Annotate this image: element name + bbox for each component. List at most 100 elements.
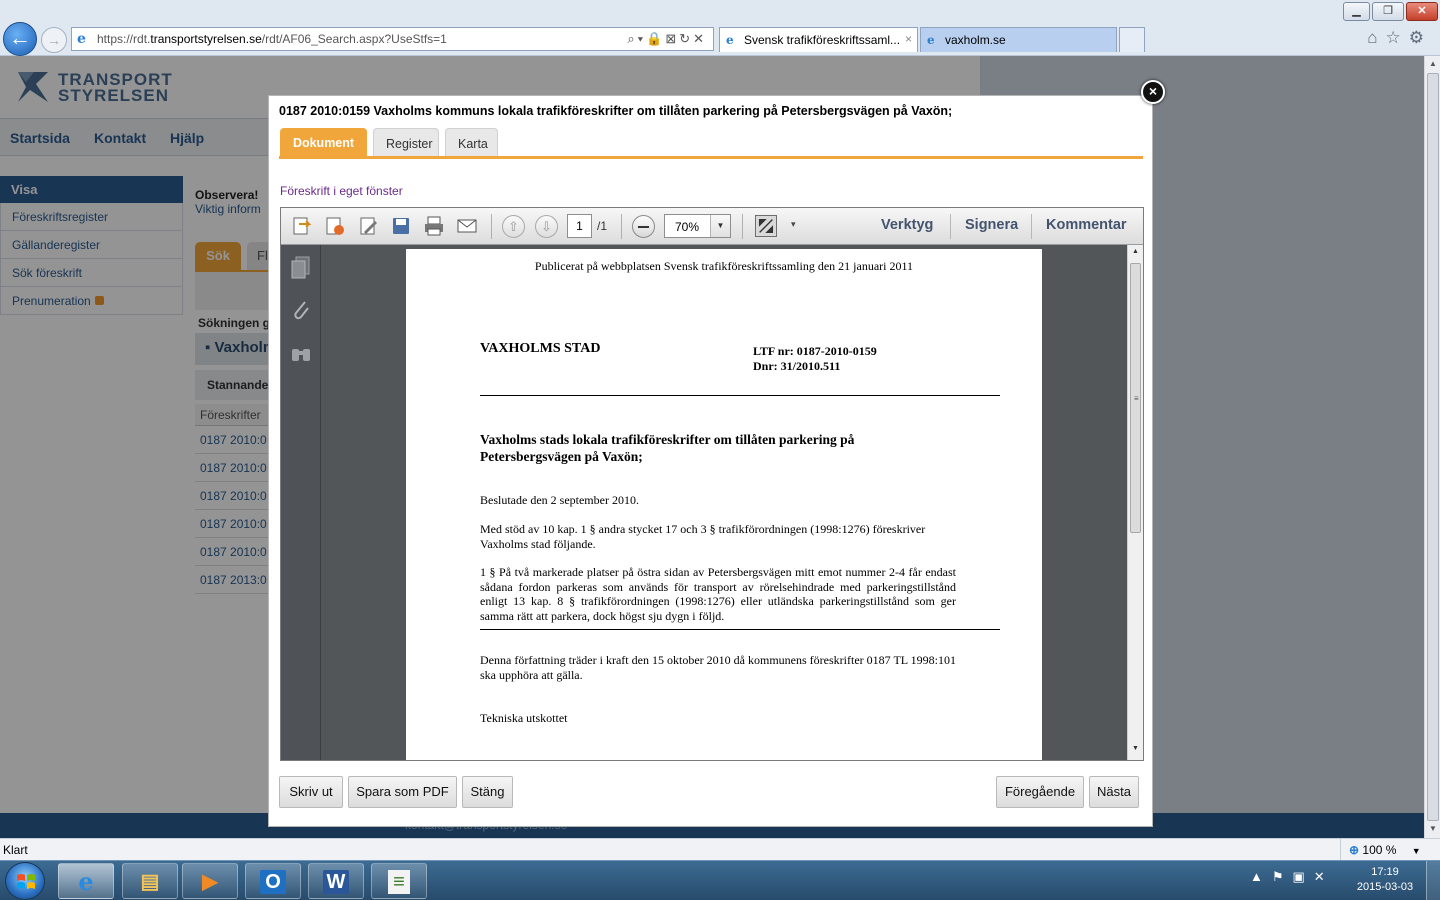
email-icon[interactable]	[456, 216, 478, 236]
page-scrollbar[interactable]: ▲ ▼	[1424, 56, 1440, 838]
pdf-toolbar: ⇧ ⇩ 1 /1 70% ▼ ▾ Verktyg Signera Komment…	[281, 208, 1143, 245]
start-button[interactable]	[5, 862, 45, 900]
notes-app-icon: ≡	[388, 870, 410, 894]
show-desktop-button[interactable]	[1426, 861, 1440, 900]
scroll-up-icon[interactable]: ▲	[1128, 248, 1143, 255]
zoom-value: 70%	[675, 220, 700, 234]
pdf-document-area[interactable]: Publicerat på webbplatsen Svensk trafikf…	[322, 245, 1127, 760]
tab-close-icon[interactable]: ×	[905, 32, 912, 46]
internet-explorer-icon: e	[78, 867, 94, 896]
address-bar[interactable]: e https://rdt.transportstyrelsen.se/rdt/…	[71, 27, 714, 51]
file-explorer-icon: ▤	[140, 871, 160, 893]
browser-tab[interactable]: e vaxholm.se	[920, 27, 1117, 52]
maximize-button[interactable]: ❐	[1372, 2, 1404, 21]
expand-icon	[758, 218, 774, 234]
intro-paragraph: Med stöd av 10 kap. 1 § andra stycket 17…	[480, 522, 926, 551]
previous-page-button[interactable]: ⇧	[502, 215, 525, 238]
print-button[interactable]: Skriv ut	[279, 776, 343, 808]
next-page-button[interactable]: ⇩	[535, 215, 558, 238]
pdf-page: Publicerat på webbplatsen Svensk trafikf…	[406, 249, 1042, 760]
arrow-down-icon: ⇩	[541, 219, 552, 234]
arrow-left-icon: ←	[9, 25, 31, 50]
create-pdf-icon[interactable]	[291, 216, 313, 236]
pdf-scrollbar[interactable]: ▲ ≡ ▼	[1127, 245, 1143, 760]
more-options-icon[interactable]: ▾	[791, 219, 796, 230]
clock-date: 2015-03-03	[1356, 881, 1414, 893]
taskbar-media-player[interactable]: ▶	[182, 863, 238, 899]
minimize-icon: ▁	[1352, 5, 1361, 17]
modal-close-button[interactable]: ×	[1141, 80, 1165, 104]
back-button[interactable]: ←	[3, 22, 37, 56]
clock[interactable]: 17:19 2015-03-03	[1352, 865, 1418, 895]
zoom-out-button[interactable]	[632, 215, 655, 238]
page-number-input[interactable]: 1	[567, 214, 592, 238]
pages-icon[interactable]	[289, 255, 313, 281]
forward-button[interactable]: →	[41, 27, 67, 53]
clock-time: 17:19	[1371, 866, 1399, 878]
document-heading: Vaxholms stads lokala trafikföreskrifter…	[480, 432, 855, 464]
export-pdf-icon[interactable]	[324, 216, 346, 236]
binoculars-icon[interactable]	[289, 340, 313, 366]
publication-note: Publicerat på webbplatsen Svensk trafikf…	[534, 259, 914, 273]
window-close-button[interactable]: ✕	[1406, 2, 1438, 21]
taskbar-outlook[interactable]: O	[245, 863, 301, 899]
signature: Tekniska utskottet	[480, 711, 568, 725]
edit-document-icon[interactable]	[358, 216, 380, 236]
close-dialog-button[interactable]: Stäng	[462, 776, 513, 808]
toolbar-separator	[950, 214, 951, 239]
pdf-scrollbar-thumb[interactable]: ≡	[1130, 263, 1141, 533]
scroll-down-icon[interactable]: ▼	[1128, 745, 1143, 752]
browser-statusbar: Klart ⊕ 100 % ▼	[0, 838, 1440, 861]
scrollbar-thumb[interactable]	[1427, 73, 1439, 821]
taskbar-notes-app[interactable]: ≡	[371, 863, 427, 899]
print-icon[interactable]	[423, 216, 445, 236]
modal-tabs: Dokument Register Karta	[279, 128, 1143, 159]
save-icon[interactable]	[390, 216, 412, 236]
chevron-down-icon[interactable]: ▼	[1412, 846, 1421, 856]
decision-date: Beslutade den 2 september 2010.	[480, 493, 639, 507]
zoom-control[interactable]: ⊕ 100 % ▼	[1340, 839, 1440, 861]
status-text: Klart	[3, 843, 28, 857]
scroll-up-icon[interactable]: ▲	[1425, 59, 1440, 68]
address-url[interactable]: https://rdt.transportstyrelsen.se/rdt/AF…	[97, 32, 447, 46]
tab-karta[interactable]: Karta	[445, 128, 498, 156]
grip-icon: ≡	[1134, 394, 1139, 403]
browser-toolbar-icons[interactable]: ⌂☆⚙	[1367, 28, 1432, 48]
save-as-pdf-button[interactable]: Spara som PDF	[348, 776, 457, 808]
next-button[interactable]: Nästa	[1089, 776, 1139, 808]
ltf-number: LTF nr: 0187-2010-0159	[753, 344, 877, 358]
fit-page-button[interactable]	[755, 215, 777, 237]
address-bar-icons[interactable]: ⌕▾🔒⊠↻✕	[627, 31, 707, 47]
pdf-viewer: ⇧ ⇩ 1 /1 70% ▼ ▾ Verktyg Signera Komment…	[280, 207, 1144, 761]
chevron-down-icon[interactable]: ▼	[710, 215, 730, 237]
attachment-icon[interactable]	[289, 297, 313, 323]
tab-register[interactable]: Register	[373, 128, 439, 156]
divider	[480, 395, 1000, 396]
taskbar: e ▤ ▶ O W ≡ ▲⚑▣✕ 17:19 2015-03-03	[0, 860, 1440, 900]
minus-icon	[638, 226, 649, 228]
document-modal: 0187 2010:0159 Vaxholms kommuns lokala t…	[268, 95, 1153, 827]
previous-button[interactable]: Föregående	[996, 776, 1084, 808]
browser-tab-active[interactable]: e Svensk trafikföreskriftssaml... ×	[719, 27, 918, 52]
scroll-down-icon[interactable]: ▼	[1425, 824, 1440, 833]
close-icon: ✕	[1417, 5, 1427, 17]
internet-explorer-icon: e	[726, 33, 734, 47]
tab-label: Svensk trafikföreskriftssaml...	[744, 33, 901, 47]
tab-dokument[interactable]: Dokument	[280, 128, 367, 156]
internet-explorer-icon: e	[927, 33, 935, 47]
sign-button[interactable]: Signera	[965, 217, 1018, 233]
diary-number: Dnr: 31/2010.511	[753, 359, 841, 373]
windows-logo-icon	[17, 874, 35, 889]
minimize-button[interactable]: ▁	[1343, 2, 1370, 21]
open-in-new-window-link[interactable]: Föreskrift i eget fönster	[280, 184, 403, 198]
taskbar-word[interactable]: W	[308, 863, 364, 899]
divider	[480, 629, 1000, 630]
tools-button[interactable]: Verktyg	[881, 217, 933, 233]
taskbar-internet-explorer[interactable]: e	[58, 863, 114, 899]
zoom-select[interactable]: 70% ▼	[664, 214, 731, 238]
new-tab-button[interactable]	[1119, 27, 1145, 52]
taskbar-file-explorer[interactable]: ▤	[122, 863, 178, 899]
system-tray-icons[interactable]: ▲⚑▣✕	[1250, 869, 1334, 885]
magnifier-icon: ⊕	[1349, 843, 1360, 857]
comment-button[interactable]: Kommentar	[1046, 217, 1127, 233]
